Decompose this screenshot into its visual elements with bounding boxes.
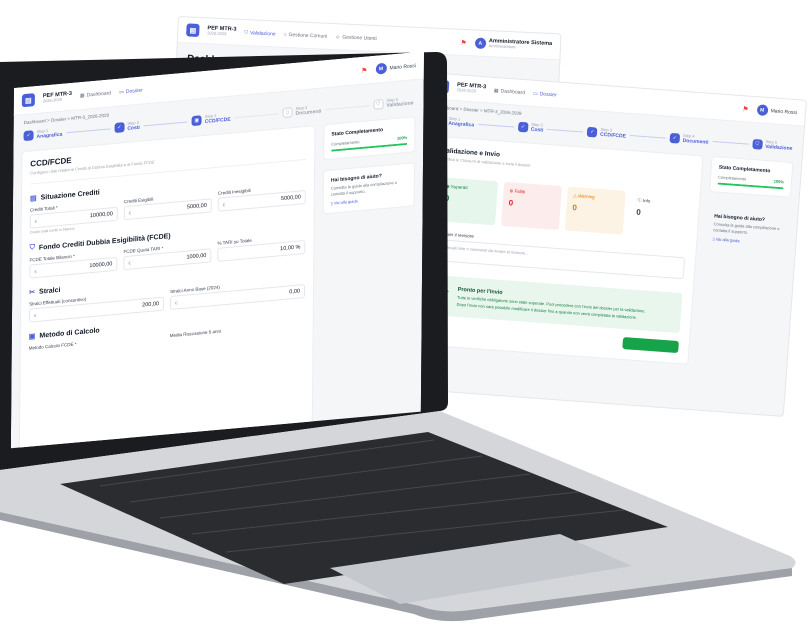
field-crediti-totali: Crediti Totali * €10000,00 Crediti totali …: [30, 200, 118, 235]
euro-icon: €: [128, 210, 132, 216]
ccd-fcde-card: CCD/FCDE Configura i dati relativi ai Cr…: [18, 125, 316, 449]
app-brand: PEF MTR-3 2026-2029: [43, 91, 72, 104]
avatar: M: [375, 62, 387, 75]
step-label: CCD/FCDE: [204, 116, 231, 125]
field-value: 5000,00: [280, 194, 301, 203]
field-value: 1000,00: [186, 253, 207, 261]
euro-icon: €: [34, 218, 38, 224]
euro-icon: €: [33, 312, 37, 319]
field-value: 5000,00: [186, 203, 207, 211]
field-value: 0,00: [289, 288, 301, 296]
euro-icon: €: [34, 268, 37, 275]
app-logo-icon: ▤: [21, 93, 35, 108]
user-name: Mario Rossi: [389, 62, 416, 71]
book-icon: ▯: [330, 200, 333, 206]
document-icon: ▤: [29, 195, 37, 203]
scissors-icon: ✂: [29, 289, 36, 297]
app-subtitle: 2026-2029: [42, 97, 63, 104]
check-icon: ✓: [23, 130, 34, 142]
step-connector: [66, 128, 111, 133]
field-percent-tari: % TARI su Totale 10,00 %: [217, 233, 306, 263]
calculator-icon: ▣: [191, 115, 202, 127]
euro-icon: €: [222, 201, 226, 208]
step-connector: [234, 113, 279, 118]
step-label: Anagrafica: [36, 131, 63, 140]
help-link-label: Vai alla guida: [334, 198, 358, 206]
field-crediti-esigibili: Crediti Esigibili €5000,00: [123, 192, 212, 227]
field-value: 200,00: [142, 301, 160, 309]
document-icon: ▯: [282, 107, 293, 119]
step-connector: [143, 121, 188, 127]
calculator-icon: ▣: [28, 333, 36, 342]
field-value: 10,00 %: [280, 244, 301, 253]
laptop-screen: ▤ PEF MTR-3 2026-2029 ▦ Dashboard ▭ Dossie…: [10, 51, 424, 449]
step-ccd-fcde[interactable]: ▣ Step 3 CCD/FCDE: [191, 113, 231, 127]
field-fcde-quota-tari: FCDE Quota TARI * €1000,00: [123, 242, 212, 271]
step-validazione[interactable]: ⛉ Step 5 Validazione: [373, 96, 414, 111]
shield-icon: ⛉: [373, 99, 384, 111]
step-documenti[interactable]: ▯ Step 4 Documenti: [282, 105, 322, 119]
nav-label: Dashboard: [86, 89, 112, 99]
field-value: 10000,00: [89, 261, 113, 270]
nav-dashboard[interactable]: ▦ Dashboard: [80, 90, 111, 99]
nav-label: Dossier: [125, 86, 143, 95]
group-title: Situazione Crediti: [40, 189, 100, 202]
euro-icon: €: [128, 260, 131, 266]
group-title: Stralci: [39, 286, 61, 296]
euro-icon: €: [174, 300, 178, 306]
step-label: Documenti: [295, 108, 322, 117]
field-crediti-inesigibili: Crediti Inesigibili €5000,00: [217, 183, 306, 218]
step-label: Costi: [127, 124, 140, 132]
shield-icon: ⛉: [29, 244, 35, 252]
step-anagrafica[interactable]: ✓Step 1Anagrafica: [23, 128, 63, 142]
help-card: Hai bisogno di aiuto? Consulta la guida …: [322, 162, 416, 215]
user-menu[interactable]: M Mario Rossi: [375, 60, 416, 75]
field-fcde-totale: FCDE Totale Bilancio * €10000,00: [29, 250, 118, 279]
folder-icon: ▭: [119, 88, 124, 96]
progress-value: 100%: [396, 135, 408, 142]
step-label: Validazione: [386, 99, 414, 109]
step-costi[interactable]: ✓ Step 2 Costi: [114, 120, 140, 134]
step-connector: [325, 104, 370, 110]
side-panel: Stato Completamento Completamento 100% Ha…: [321, 116, 416, 424]
field-value: 10000,00: [89, 211, 113, 220]
group-title: Metodo di Calcolo: [39, 327, 100, 340]
status-card: Stato Completamento Completamento 100%: [323, 116, 416, 161]
bell-icon[interactable]: ⚑: [361, 66, 367, 75]
nav-dossier[interactable]: ▭ Dossier: [119, 87, 143, 95]
grid-icon: ▦: [79, 92, 85, 99]
check-icon: ✓: [114, 122, 125, 134]
ccd-fcde-window: ▤ PEF MTR-3 2026-2029 ▦ Dashboard ▭ Dossie…: [10, 51, 424, 449]
progress-label: Completamento: [331, 139, 360, 148]
